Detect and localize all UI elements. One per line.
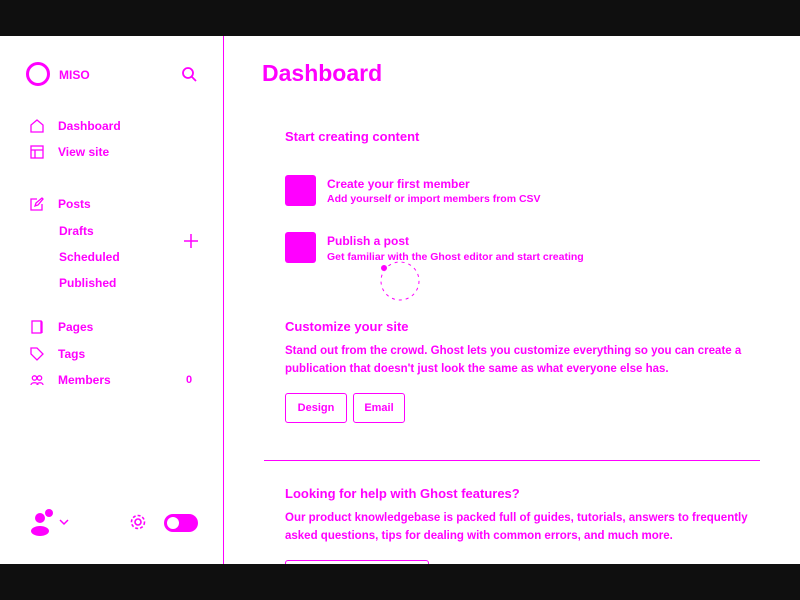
edit-icon: [30, 197, 44, 211]
members-icon: [30, 375, 44, 386]
sidebar-item-label: Tags: [58, 347, 86, 361]
design-button[interactable]: Design: [285, 393, 347, 423]
sidebar-item-label: Posts: [58, 197, 91, 211]
email-button[interactable]: Email: [353, 393, 405, 423]
publish-post-desc: Get familiar with the Ghost editor and s…: [327, 251, 584, 263]
user-avatar-icon[interactable]: [28, 508, 56, 536]
members-count: 0: [186, 374, 193, 386]
help-button[interactable]: [285, 560, 429, 564]
sidebar-item-dashboard[interactable]: Dashboard: [30, 119, 121, 133]
sidebar-item-label: Members: [58, 373, 111, 387]
sidebar-item-label: Pages: [58, 320, 94, 334]
sidebar-item-tags[interactable]: Tags: [30, 347, 85, 361]
sidebar-item-published[interactable]: Published: [59, 276, 116, 290]
sidebar-item-view-site[interactable]: View site: [30, 145, 109, 159]
add-post-icon[interactable]: [183, 233, 199, 249]
help-heading: Looking for help with Ghost features?: [285, 486, 520, 501]
layout-icon: [30, 145, 44, 159]
sidebar-item-members[interactable]: Members: [30, 373, 111, 387]
toggle-knob: [167, 517, 179, 529]
divider: [264, 460, 760, 461]
main-content: Dashboard Start creating content Create …: [224, 36, 800, 564]
page-icon: [31, 320, 43, 334]
post-icon[interactable]: [285, 232, 316, 263]
sidebar-item-drafts[interactable]: Drafts: [59, 224, 94, 238]
loading-spinner-icon: [380, 261, 420, 301]
gear-icon[interactable]: [129, 513, 147, 531]
publish-post-link[interactable]: Publish a post: [327, 234, 409, 248]
page-title: Dashboard: [262, 60, 383, 86]
sidebar-item-scheduled[interactable]: Scheduled: [59, 250, 120, 264]
create-member-link[interactable]: Create your first member: [327, 177, 470, 191]
home-icon: [30, 119, 44, 133]
sidebar-item-label: Dashboard: [58, 119, 121, 133]
sidebar-item-pages[interactable]: Pages: [30, 320, 93, 334]
brand-name: MISO: [59, 68, 90, 82]
member-icon[interactable]: [285, 175, 316, 206]
create-member-desc: Add yourself or import members from CSV: [327, 193, 541, 205]
theme-toggle[interactable]: [164, 514, 198, 532]
customize-heading: Customize your site: [285, 319, 409, 334]
brand-logo[interactable]: [26, 62, 50, 86]
tag-icon: [30, 347, 44, 361]
app-window: MISO Dashboard View site Posts Drafts Sc…: [0, 36, 800, 564]
customize-text: Stand out from the crowd. Ghost lets you…: [285, 345, 742, 375]
start-heading: Start creating content: [285, 129, 420, 144]
help-text: Our product knowledgebase is packed full…: [285, 512, 748, 542]
chevron-down-icon[interactable]: [58, 517, 70, 527]
sidebar: MISO Dashboard View site Posts Drafts Sc…: [0, 36, 224, 564]
sidebar-item-posts[interactable]: Posts: [30, 197, 91, 211]
sidebar-item-label: View site: [58, 145, 110, 159]
search-icon[interactable]: [181, 66, 197, 82]
